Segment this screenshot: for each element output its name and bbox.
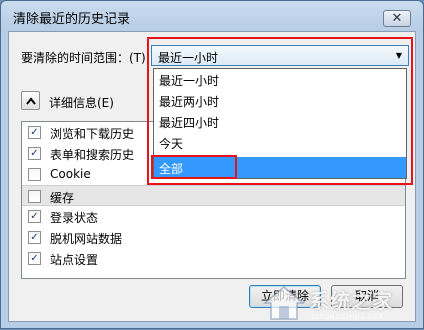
item-label: 表单和搜索历史: [50, 148, 135, 162]
item-label: 站点设置: [50, 253, 99, 267]
chevron-down-icon: ▼: [395, 51, 402, 60]
dialog-title: 清除最近的历史记录: [13, 12, 131, 27]
time-range-dropdown-list: 最近一小时 最近两小时 最近四小时 今天 全部: [153, 68, 407, 179]
watermark: 系统之家 XITONGZHIJIA.NET: [255, 277, 424, 330]
time-range-selected-value: 最近一小时: [158, 51, 219, 65]
option-label: 最近四小时: [159, 116, 220, 130]
option-label: 最近一小时: [159, 74, 220, 88]
watermark-subtext: XITONGZHIJIA.NET: [311, 313, 384, 321]
dropdown-option-last-two-hours[interactable]: 最近两小时: [154, 90, 406, 111]
checkbox-browsing-history[interactable]: ✓: [28, 126, 41, 139]
dropdown-option-all[interactable]: 全部: [154, 157, 406, 178]
item-label: 脱机网站数据: [50, 232, 123, 246]
dropdown-option-last-four-hours[interactable]: 最近四小时: [154, 111, 406, 132]
list-item-offline-data[interactable]: ✓ 脱机网站数据: [22, 227, 405, 248]
clear-history-dialog: 清除最近的历史记录 ✕ 要清除的时间范围：(T) 最近一小时 ▼ 详细信息(E)…: [0, 0, 424, 329]
chevron-up-icon: [25, 96, 36, 105]
details-label: 详细信息(E): [49, 96, 114, 110]
item-label: 登录状态: [50, 211, 99, 225]
time-range-select[interactable]: 最近一小时 ▼: [151, 45, 409, 66]
watermark-text: 系统之家: [309, 289, 393, 313]
time-range-label: 要清除的时间范围：(T): [21, 51, 146, 65]
list-item-site-settings[interactable]: ✓ 站点设置: [22, 248, 405, 269]
item-label: 缓存: [50, 191, 75, 205]
title-bar[interactable]: 清除最近的历史记录 ✕: [1, 1, 423, 31]
option-label: 全部: [159, 162, 184, 176]
item-label: Cookie: [50, 167, 91, 181]
watermark-house-icon: [262, 286, 306, 320]
details-toggle-button[interactable]: [21, 91, 40, 110]
checkbox-cache[interactable]: [28, 190, 41, 203]
checkbox-login-state[interactable]: ✓: [28, 210, 41, 223]
close-icon: ✕: [391, 11, 403, 26]
dropdown-option-last-hour[interactable]: 最近一小时: [154, 69, 406, 90]
option-label: 今天: [159, 137, 184, 151]
list-item-cache[interactable]: 缓存: [22, 185, 405, 206]
dropdown-option-today[interactable]: 今天: [154, 132, 406, 153]
list-item-login-state[interactable]: ✓ 登录状态: [22, 206, 405, 227]
checkbox-cookie[interactable]: [28, 168, 41, 181]
checkbox-site-settings[interactable]: ✓: [28, 252, 41, 265]
checkbox-offline-data[interactable]: ✓: [28, 231, 41, 244]
option-label: 最近两小时: [159, 95, 220, 109]
item-label: 浏览和下载历史: [50, 127, 135, 141]
checkbox-form-history[interactable]: ✓: [28, 147, 41, 160]
close-button[interactable]: ✕: [383, 10, 411, 27]
